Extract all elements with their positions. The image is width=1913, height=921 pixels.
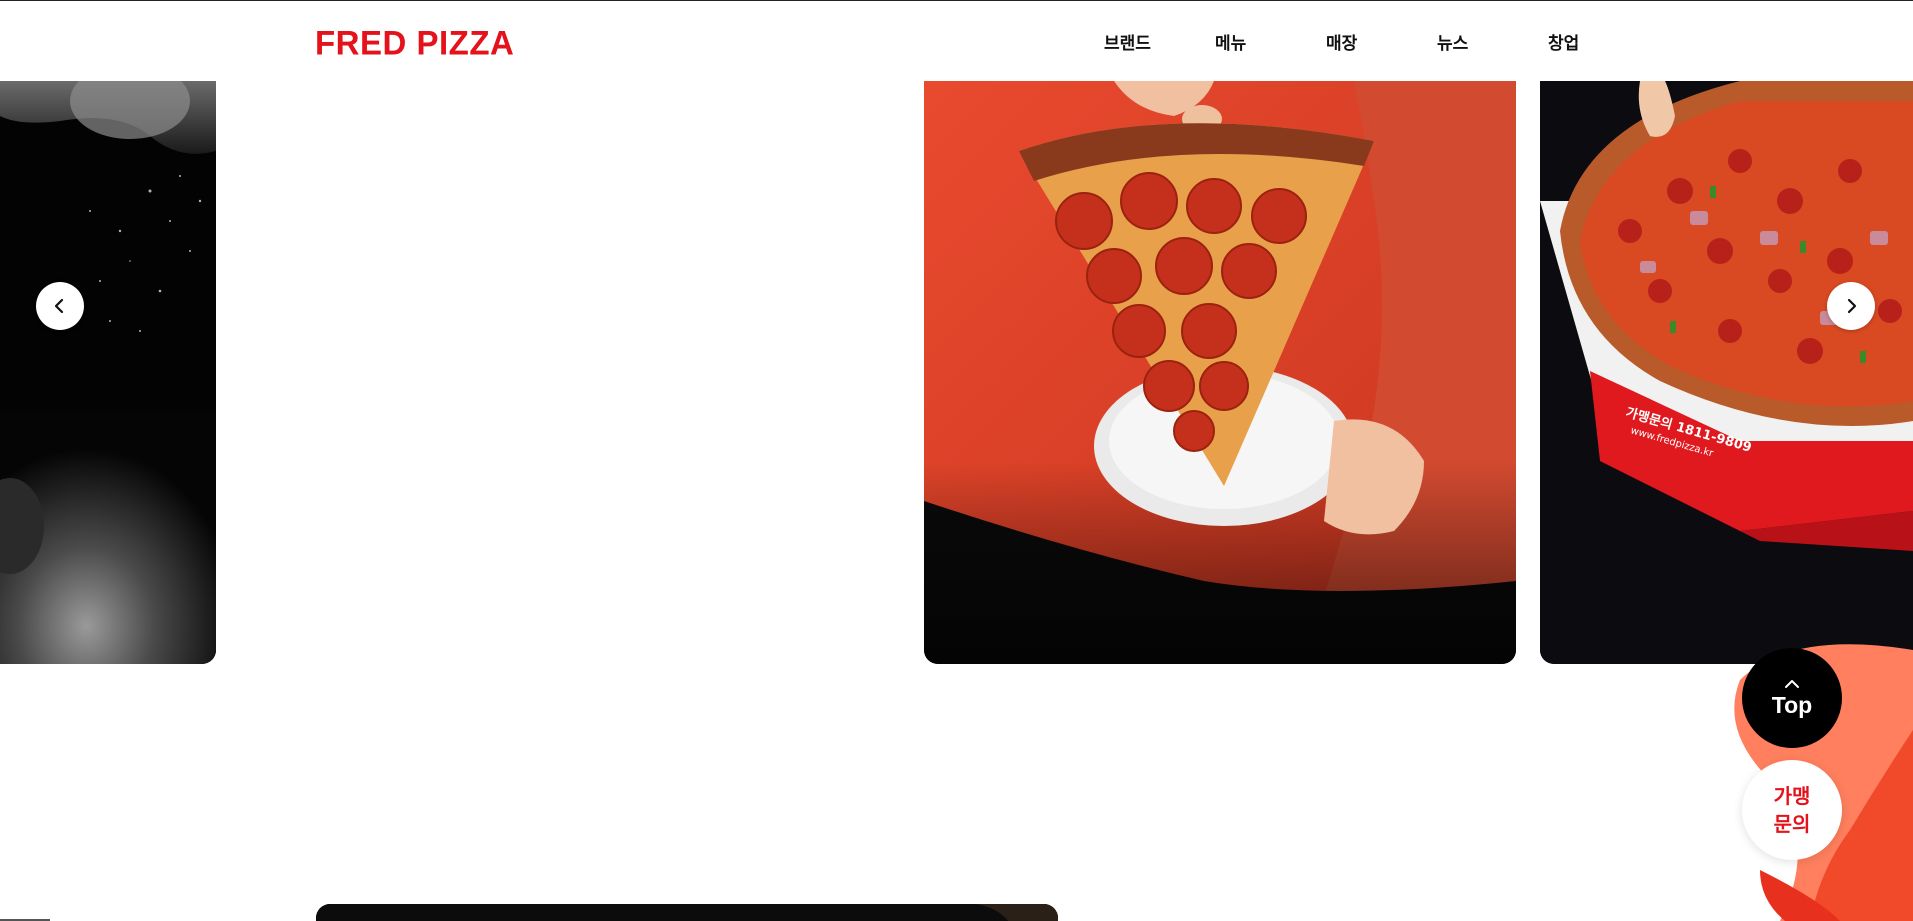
nav-menu[interactable]: 메뉴 bbox=[1215, 29, 1326, 54]
nav-franchise[interactable]: 창업 bbox=[1548, 29, 1659, 54]
chevron-up-icon bbox=[1785, 679, 1799, 688]
next-section-photo bbox=[316, 904, 1058, 921]
nav-stores[interactable]: 매장 bbox=[1326, 29, 1437, 54]
scroll-top-button[interactable]: Top bbox=[1742, 648, 1842, 748]
slider-next-button[interactable] bbox=[1827, 282, 1875, 330]
nav-news[interactable]: 뉴스 bbox=[1437, 29, 1548, 54]
site-header: FRED PIZZA 브랜드 메뉴 매장 뉴스 창업 bbox=[0, 0, 1913, 81]
franchise-inquiry-button[interactable]: 가맹 문의 bbox=[1742, 760, 1842, 860]
slide-pizza-box-image[interactable]: 가맹문의 1811-9809 www.fredpizza.kr bbox=[1540, 81, 1913, 664]
scroll-top-label: Top bbox=[1771, 691, 1813, 718]
nav-brand[interactable]: 브랜드 bbox=[1104, 29, 1215, 54]
main-nav: 브랜드 메뉴 매장 뉴스 창업 bbox=[1104, 29, 1659, 54]
pepperoni-slice-photo bbox=[924, 81, 1516, 664]
pizza-box-photo: 가맹문의 1811-9809 www.fredpizza.kr bbox=[1540, 81, 1913, 664]
chevron-left-icon bbox=[54, 298, 64, 314]
next-section-image bbox=[316, 904, 1058, 921]
franchise-inquiry-label: 가맹 문의 bbox=[1773, 784, 1811, 836]
slide-pepperoni-slice-image[interactable] bbox=[924, 81, 1516, 664]
slide-dough-image[interactable] bbox=[0, 81, 216, 664]
chevron-right-icon bbox=[1847, 298, 1857, 314]
slider-prev-button[interactable] bbox=[36, 282, 84, 330]
logo[interactable]: FRED PIZZA bbox=[315, 25, 514, 60]
dough-photo bbox=[0, 81, 216, 664]
